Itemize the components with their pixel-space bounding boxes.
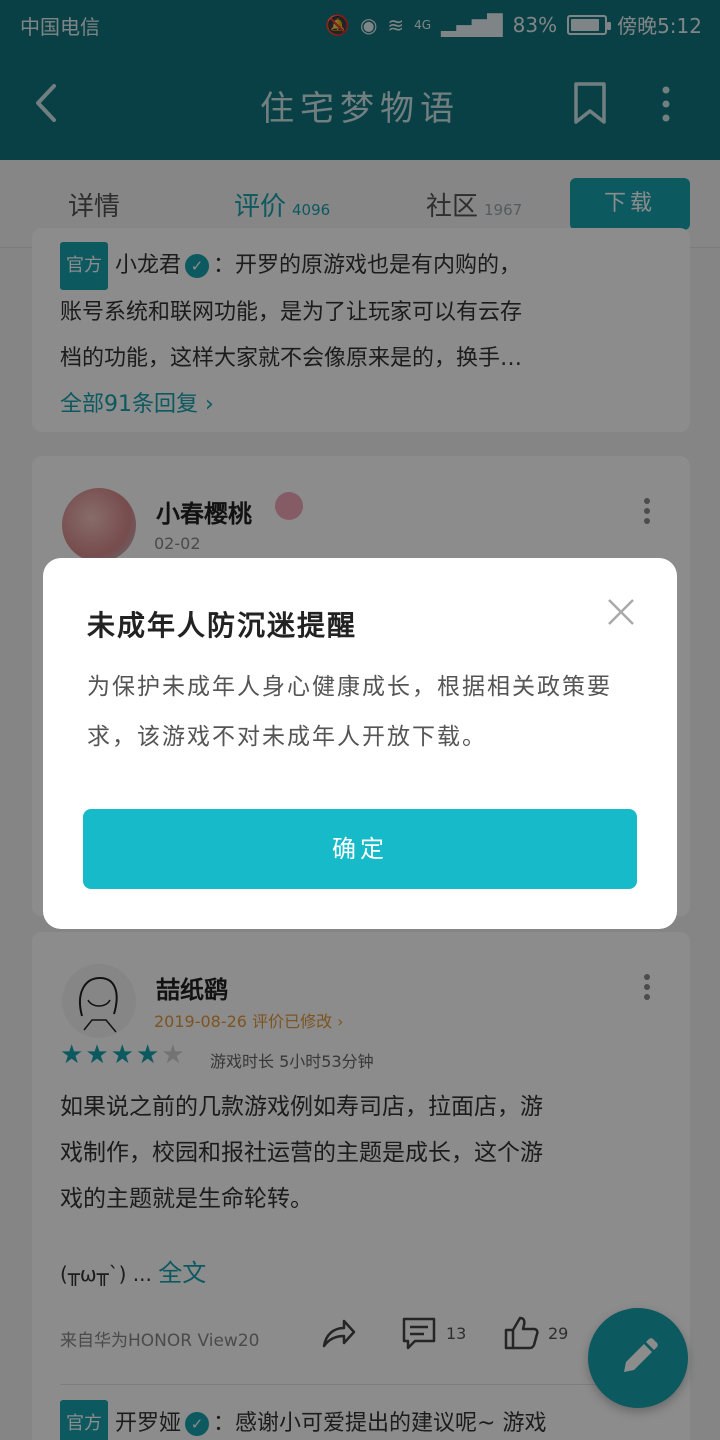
dialog-title: 未成年人防沉迷提醒	[87, 609, 358, 642]
confirm-button[interactable]: 确定	[83, 809, 637, 889]
anti-addiction-dialog: 未成年人防沉迷提醒 为保护未成年人身心健康成长，根据相关政策要求，该游戏不对未成…	[43, 558, 677, 929]
dialog-message: 为保护未成年人身心健康成长，根据相关政策要求，该游戏不对未成年人开放下载。	[87, 674, 612, 750]
close-icon[interactable]	[603, 594, 639, 630]
